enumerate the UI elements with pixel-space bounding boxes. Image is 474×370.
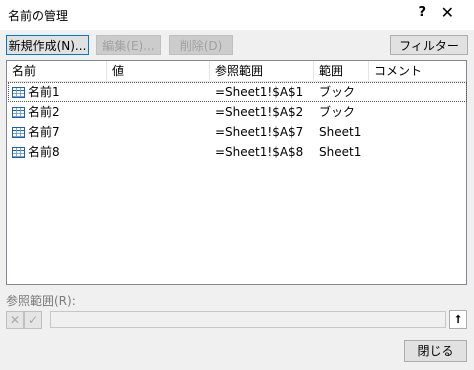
cancel-icon[interactable]: ✕: [6, 311, 24, 329]
reference-label: 参照範囲(R):: [6, 294, 76, 308]
close-icon[interactable]: ✕: [441, 3, 454, 22]
column-header-scope[interactable]: 範囲: [314, 61, 369, 81]
list-header: 名前 値 参照範囲 範囲 コメント: [7, 61, 466, 82]
row-name: 名前8: [28, 145, 60, 159]
named-range-icon: [12, 127, 25, 138]
column-header-name[interactable]: 名前: [7, 61, 107, 81]
row-reference: =Sheet1!$A$8: [215, 145, 304, 159]
row-scope: ブック: [319, 85, 356, 99]
row-scope: Sheet1: [319, 125, 362, 139]
help-button[interactable]: ?: [418, 5, 426, 20]
named-range-icon: [12, 107, 25, 118]
table-row[interactable]: 名前1 =Sheet1!$A$1 ブック: [8, 82, 467, 102]
row-name: 名前7: [28, 125, 60, 139]
table-row[interactable]: 名前2 =Sheet1!$A$2 ブック: [8, 102, 467, 122]
named-range-icon: [12, 87, 25, 98]
filter-button[interactable]: フィルター(F)▼: [390, 35, 468, 73]
row-name: 名前2: [28, 105, 60, 119]
column-header-comment[interactable]: コメント: [369, 61, 466, 81]
row-reference: =Sheet1!$A$2: [215, 105, 304, 119]
dialog-title: 名前の管理: [8, 9, 69, 23]
table-row[interactable]: 名前8 =Sheet1!$A$8 Sheet1: [8, 142, 467, 162]
title-bar: 名前の管理 ? ✕: [0, 0, 474, 30]
row-reference: =Sheet1!$A$1: [215, 85, 304, 99]
row-scope: Sheet1: [319, 145, 362, 159]
column-header-value[interactable]: 値: [107, 61, 210, 81]
check-icon[interactable]: ✓: [24, 311, 42, 329]
row-reference: =Sheet1!$A$7: [215, 125, 304, 139]
row-scope: ブック: [319, 105, 356, 119]
column-header-reference[interactable]: 参照範囲: [210, 61, 314, 81]
reference-input[interactable]: [50, 311, 446, 328]
edit-button[interactable]: 編集(E)...: [96, 35, 161, 55]
names-list[interactable]: 名前 値 参照範囲 範囲 コメント 名前1 =Sheet1!$A$1 ブック 名…: [6, 60, 467, 285]
named-range-icon: [12, 147, 25, 158]
new-button[interactable]: 新規作成(N)...: [6, 35, 89, 55]
row-name: 名前1: [28, 85, 60, 99]
close-button[interactable]: 閉じる: [404, 340, 467, 362]
table-row[interactable]: 名前7 =Sheet1!$A$7 Sheet1: [8, 122, 467, 142]
collapse-dialog-icon[interactable]: ⭡: [449, 310, 467, 329]
delete-button[interactable]: 削除(D): [169, 35, 233, 55]
